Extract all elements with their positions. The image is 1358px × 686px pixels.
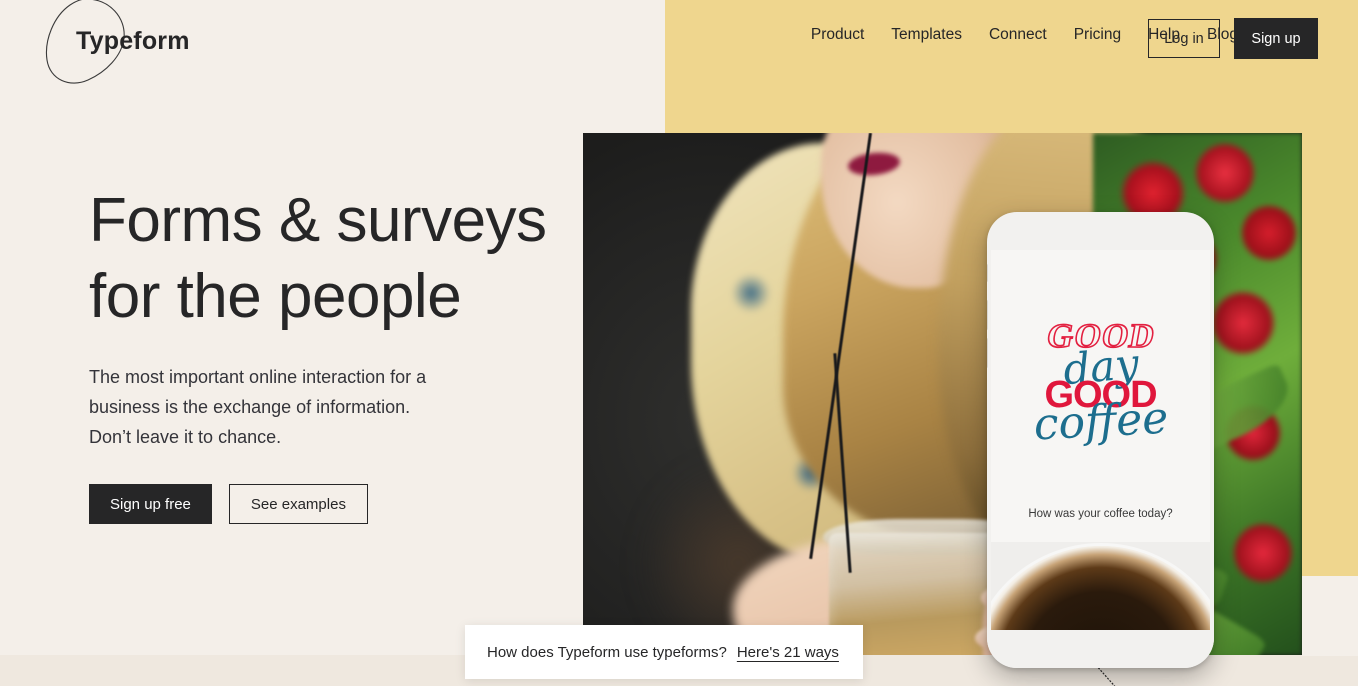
promo-banner-link[interactable]: Here's 21 ways: [737, 644, 839, 661]
auth-actions: Log in Sign up: [1148, 18, 1318, 59]
hero-subcopy: The most important online interaction fo…: [89, 367, 427, 447]
page-title: Forms & surveys for the people: [89, 183, 559, 335]
logo-text: Typeform: [76, 27, 190, 55]
phone-volume-down-button: [987, 338, 988, 368]
coffee-cup-top-view: [991, 546, 1210, 630]
headline-line-1: Forms & surveys: [89, 186, 547, 255]
log-in-button[interactable]: Log in: [1148, 19, 1220, 58]
survey-coffee-image: Start: [991, 542, 1210, 630]
hero-content: Forms & surveys for the people The most …: [89, 183, 559, 524]
nav-item-templates[interactable]: Templates: [891, 26, 962, 44]
survey-question-text: How was your coffee today?: [1028, 508, 1173, 520]
phone-mute-button: [987, 264, 988, 282]
headline-line-2: for the people: [89, 262, 462, 331]
promo-banner: How does Typeform use typeforms? Here's …: [465, 625, 863, 679]
phone-volume-up-button: [987, 300, 988, 330]
coffee-brand-lockup: GOOD day GOOD coffee: [1001, 317, 1201, 451]
sign-up-free-button[interactable]: Sign up free: [89, 484, 212, 524]
sign-up-button[interactable]: Sign up: [1234, 18, 1318, 59]
nav-item-connect[interactable]: Connect: [989, 26, 1047, 44]
phone-mockup: GOOD day GOOD coffee How was your coffee…: [987, 212, 1214, 668]
see-examples-button[interactable]: See examples: [228, 484, 368, 524]
promo-banner-text: How does Typeform use typeforms?: [487, 643, 727, 661]
hero-cta-row: Sign up free See examples: [89, 484, 559, 524]
phone-screen: GOOD day GOOD coffee How was your coffee…: [991, 250, 1210, 630]
brand-coffee-script-text: coffee: [1032, 392, 1169, 451]
nav-item-pricing[interactable]: Pricing: [1074, 26, 1121, 44]
site-header: Typeform Product Templates Connect Prici…: [0, 0, 1358, 84]
logo[interactable]: Typeform: [40, 0, 270, 92]
phone-bottom-bezel: [987, 630, 1214, 668]
typeform-landing-page: GOOD day GOOD coffee How was your coffee…: [0, 0, 1358, 686]
bottom-right-beige-block: [1302, 576, 1358, 656]
nav-item-product[interactable]: Product: [811, 26, 864, 44]
